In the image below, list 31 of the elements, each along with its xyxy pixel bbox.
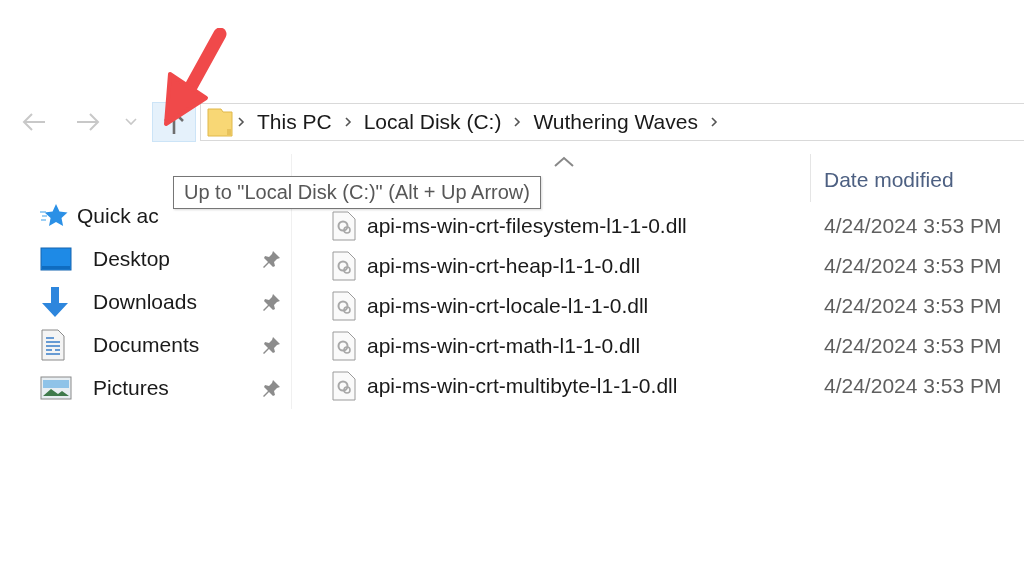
sidebar-item[interactable]: Documents (78, 332, 200, 357)
sidebar-item[interactable]: Downloads (78, 289, 197, 314)
sidebar-item[interactable]: Desktop (78, 246, 171, 271)
sidebar-item[interactable]: Quick ac (77, 203, 159, 228)
forward-arrow-icon (75, 112, 101, 132)
date-modified: 4/24/2024 3:53 PM (824, 254, 1002, 278)
chevron-down-icon (125, 118, 137, 126)
document-icon (40, 328, 66, 361)
breadcrumb-item[interactable]: Wuthering Waves (525, 110, 706, 134)
breadcrumb-item[interactable]: This PC (249, 110, 340, 134)
date-modified: 4/24/2024 3:53 PM (824, 374, 1002, 398)
download-icon (40, 285, 70, 318)
column-header[interactable]: Date modified (824, 168, 954, 192)
address-bar[interactable]: This PC Local Disk (C:) Wuthering Waves (200, 103, 1024, 141)
date-modified: 4/24/2024 3:53 PM (824, 294, 1002, 318)
desktop-icon (40, 246, 72, 271)
star-icon (40, 202, 68, 229)
sidebar-item[interactable]: Pictures (78, 375, 169, 400)
folder-icon (207, 107, 233, 137)
file-name[interactable]: api-ms-win-crt-filesystem-l1-1-0.dll (367, 214, 824, 238)
picture-icon (40, 375, 72, 400)
file-name[interactable]: api-ms-win-crt-heap-l1-1-0.dll (367, 254, 824, 278)
file-name[interactable]: api-ms-win-crt-math-l1-1-0.dll (367, 334, 824, 358)
breadcrumb-item[interactable]: Local Disk (C:) (355, 110, 510, 134)
arrow-icon (162, 28, 228, 128)
back-arrow-icon (21, 112, 47, 132)
file-name[interactable]: api-ms-win-crt-locale-l1-1-0.dll (367, 294, 824, 318)
date-modified: 4/24/2024 3:53 PM (824, 334, 1002, 358)
tooltip: Up to "Local Disk (C:)" (Alt + Up Arrow) (173, 176, 541, 209)
date-modified: 4/24/2024 3:53 PM (824, 214, 1002, 238)
file-name[interactable]: api-ms-win-crt-multibyte-l1-1-0.dll (367, 374, 824, 398)
